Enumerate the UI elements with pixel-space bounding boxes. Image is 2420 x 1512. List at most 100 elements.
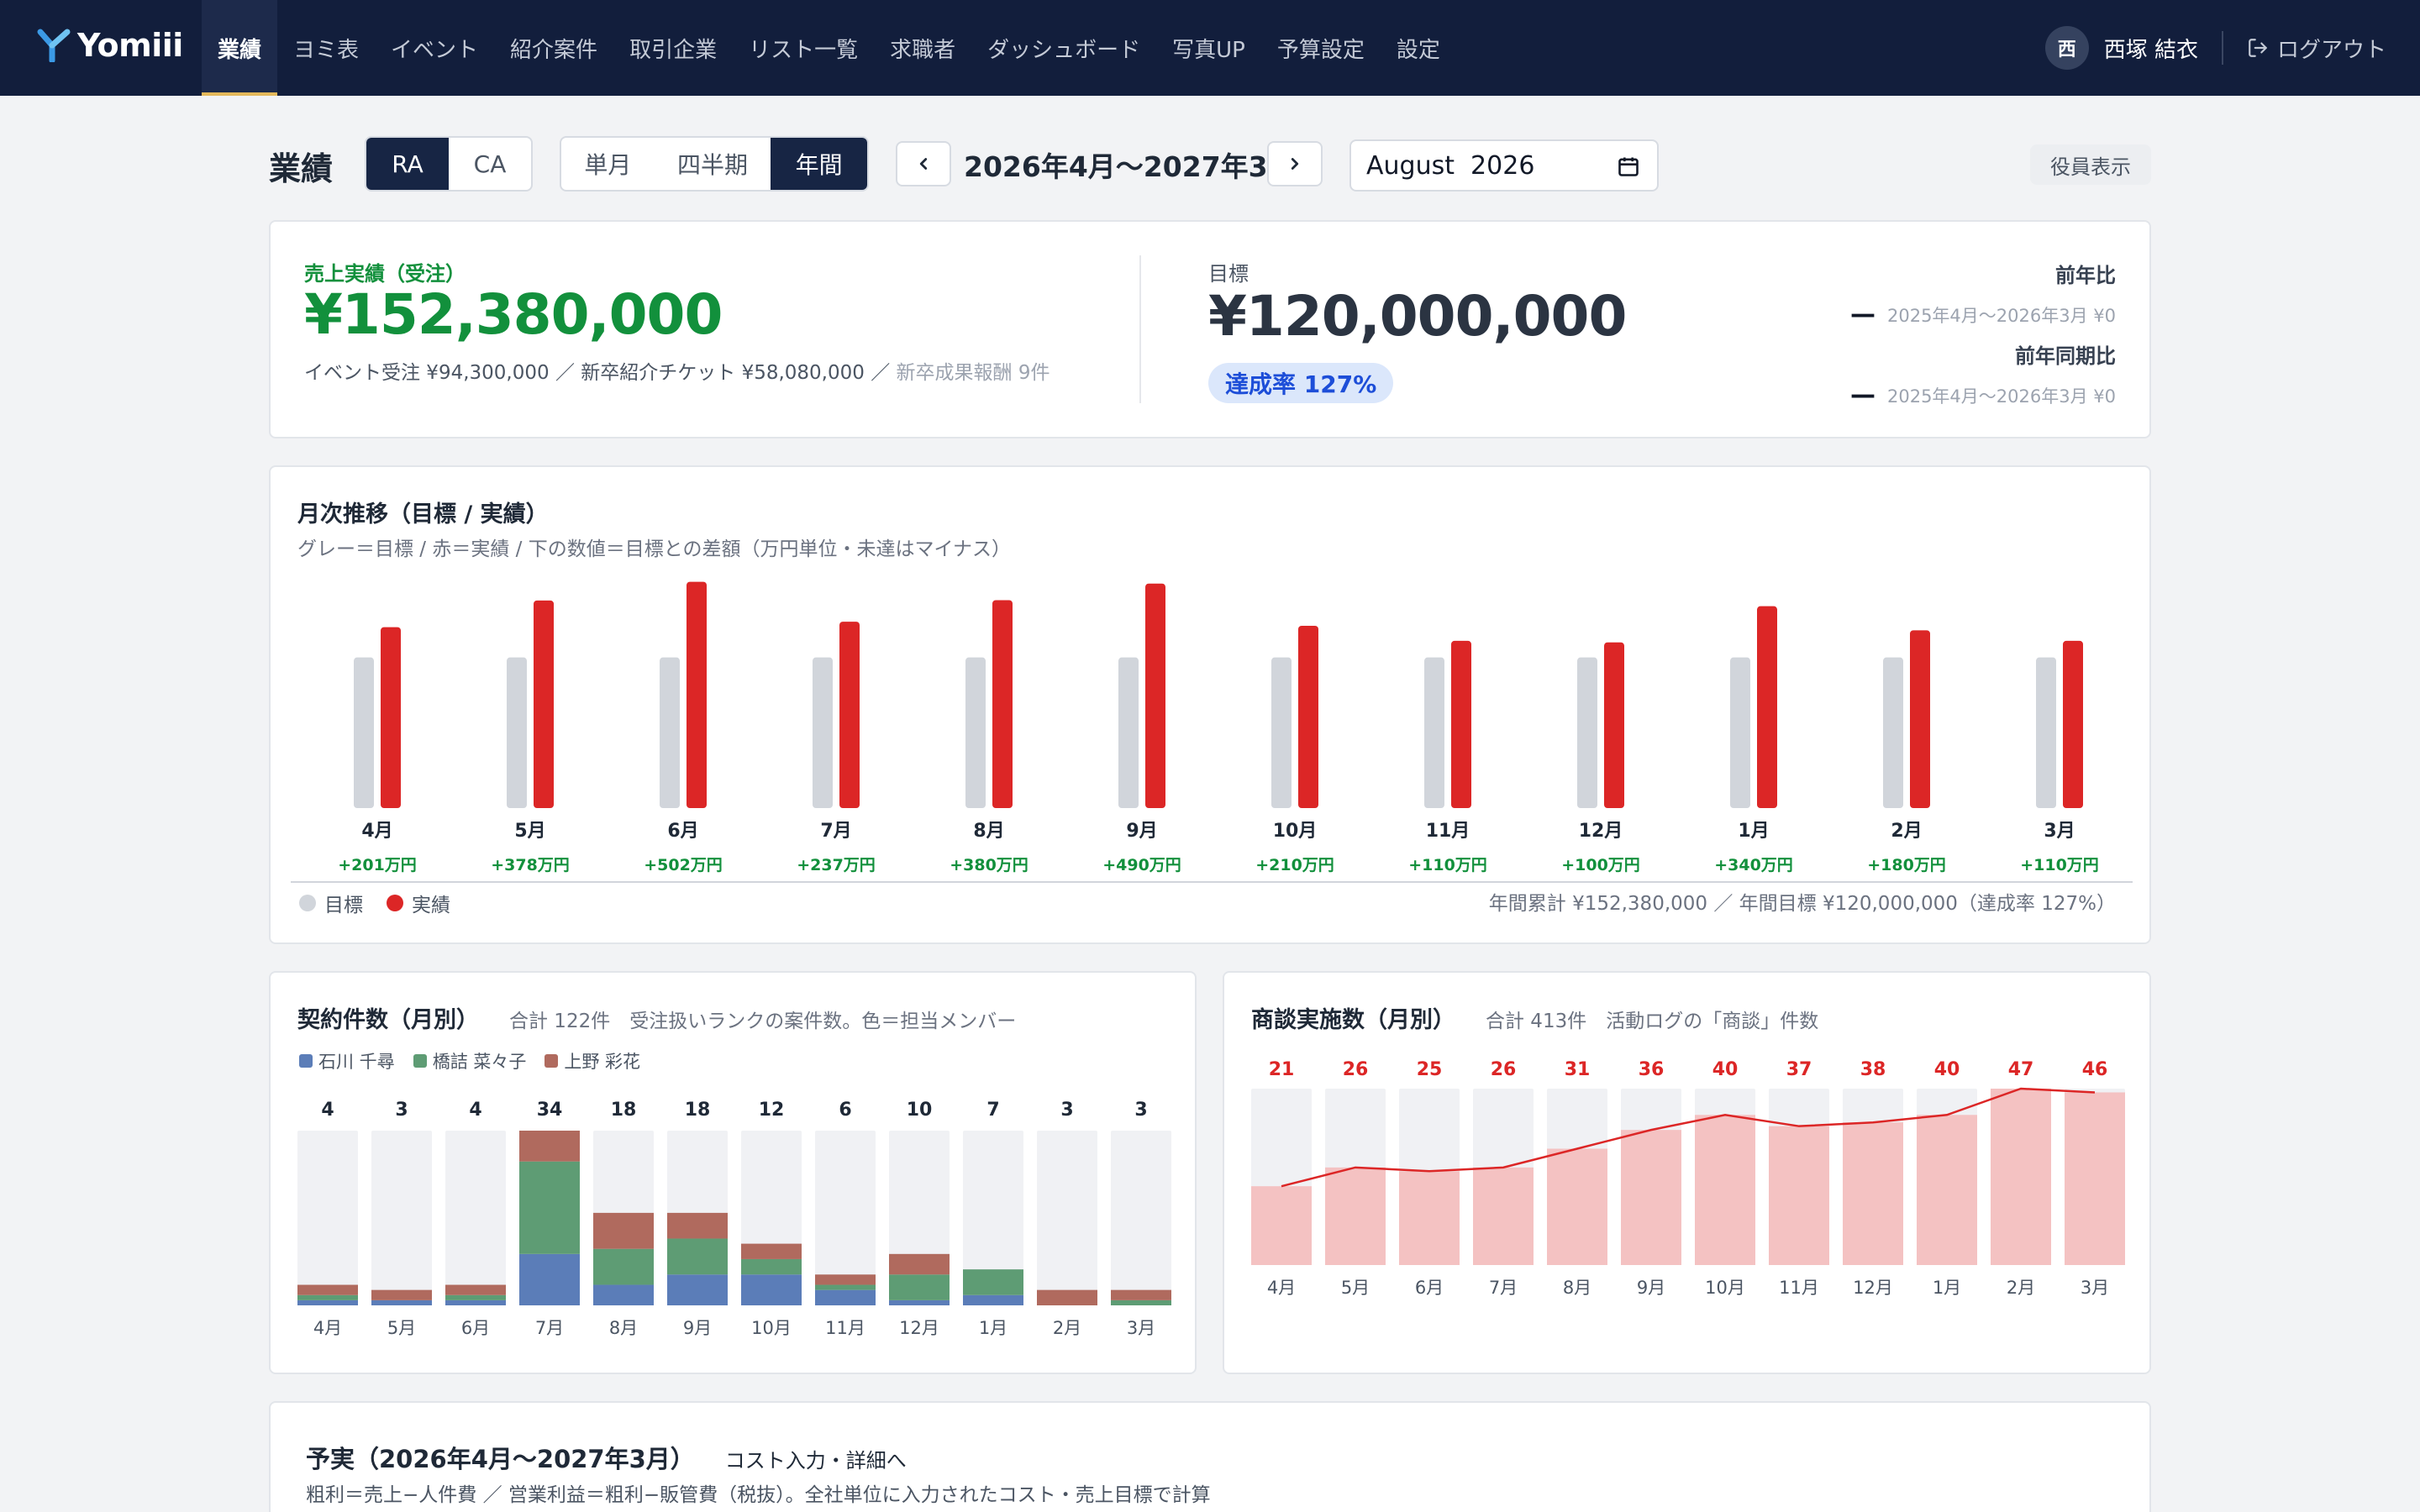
meeting-bar xyxy=(1547,1148,1607,1265)
yoy-same-period-block: 前年同期比 — 2025年4月〜2026年3月 ¥0 xyxy=(1850,339,2116,410)
x-tick-label: 10月 xyxy=(1273,821,1318,842)
executive-view-button[interactable]: 役員表示 xyxy=(2030,144,2151,185)
next-period-button[interactable] xyxy=(1267,141,1323,186)
ca-button[interactable]: CA xyxy=(449,138,531,190)
logout-icon xyxy=(2249,39,2267,57)
actual-bar xyxy=(992,600,1013,808)
x-tick-label: 5月 xyxy=(1341,1278,1370,1298)
contract-segment xyxy=(593,1284,654,1305)
budget-title: 予実（2026年4月〜2027年3月） コスト入力・詳細へ xyxy=(306,1440,907,1475)
user-name[interactable]: 西塚 結衣 xyxy=(2104,33,2198,64)
target-bar xyxy=(1577,657,1597,808)
budget-card: 予実（2026年4月〜2027年3月） コスト入力・詳細へ 粗利＝売上−人件費 ／… xyxy=(269,1401,2151,1512)
year-button[interactable]: 年間 xyxy=(771,138,867,190)
diff-label: +210万円 xyxy=(1255,856,1334,874)
contract-total-label: 4 xyxy=(321,1100,334,1121)
meeting-value-label: 36 xyxy=(1639,1059,1665,1080)
nav-item-10[interactable]: 設定 xyxy=(1381,0,1456,96)
contract-segment xyxy=(445,1294,506,1300)
prev-period-button[interactable] xyxy=(896,141,951,186)
contract-bar-bg xyxy=(1111,1131,1171,1305)
meeting-bar xyxy=(1399,1171,1460,1265)
toolbar: 業績 RA CA 単月 四半期 年間 2026年4月〜2027年3月 Augus… xyxy=(269,136,2151,192)
nav-item-9[interactable]: 予算設定 xyxy=(1261,0,1381,96)
meeting-value-label: 46 xyxy=(2082,1059,2108,1080)
target-bar xyxy=(1424,657,1444,808)
actual-bar xyxy=(2063,640,2083,808)
contract-total-label: 10 xyxy=(907,1100,933,1121)
diff-label: +180万円 xyxy=(1867,856,1946,874)
avatar[interactable]: 西 xyxy=(2044,26,2089,70)
contract-segment xyxy=(815,1274,876,1285)
nav-item-1[interactable]: ヨミ表 xyxy=(277,0,375,96)
x-tick-label: 3月 xyxy=(1127,1318,1155,1338)
meeting-value-label: 40 xyxy=(1712,1059,1739,1080)
ra-button[interactable]: RA xyxy=(366,138,449,190)
nav-item-3[interactable]: 紹介案件 xyxy=(494,0,613,96)
quarter-button[interactable]: 四半期 xyxy=(655,138,771,190)
contract-total-label: 3 xyxy=(395,1100,408,1121)
target-bar xyxy=(1730,657,1750,808)
user-area: 西 西塚 結衣 ログアウト xyxy=(2044,0,2386,96)
month-picker-input[interactable]: August 2026 xyxy=(1349,139,1659,192)
contract-total-label: 12 xyxy=(759,1100,785,1121)
contract-segment xyxy=(297,1299,358,1305)
actual-bar xyxy=(1145,583,1165,808)
main-menu: 業績 ヨミ表 イベント 紹介案件 取引企業 リスト一覧 求職者 ダッシュボード 写真UP 予算設定… xyxy=(202,0,1456,96)
contract-segment xyxy=(667,1212,728,1239)
nav-item-5[interactable]: リスト一覧 xyxy=(733,0,874,96)
nav-item-0[interactable]: 業績 xyxy=(202,0,278,96)
meeting-bar xyxy=(1621,1130,1681,1265)
single-month-button[interactable]: 単月 xyxy=(561,138,655,190)
contract-segment xyxy=(519,1131,580,1162)
nav-item-2[interactable]: イベント xyxy=(375,0,494,96)
contract-total-label: 4 xyxy=(469,1100,481,1121)
calendar-icon[interactable] xyxy=(1617,155,1640,178)
month-picker-value: August 2026 xyxy=(1366,150,1535,181)
x-tick-label: 11月 xyxy=(1779,1278,1819,1298)
meeting-value-label: 37 xyxy=(1786,1059,1812,1080)
actual-bar xyxy=(1604,642,1624,808)
x-tick-label: 1月 xyxy=(1933,1278,1961,1298)
nav-item-6[interactable]: 求職者 xyxy=(874,0,971,96)
x-tick-label: 8月 xyxy=(609,1318,638,1338)
contract-segment xyxy=(741,1243,802,1259)
x-tick-label: 6月 xyxy=(461,1318,490,1338)
contract-segment xyxy=(519,1253,580,1305)
sales-value: ¥152,380,000 xyxy=(304,282,723,347)
contracts-chart: 4 4月 3 5月 4 6月 34 7月 18 8月 18 9月 12 10月 6 11月 10 12月 7 1月 3 2… xyxy=(297,1100,1171,1338)
nav-item-7[interactable]: ダッシュボード xyxy=(971,0,1156,96)
contract-segment xyxy=(963,1269,1023,1295)
contract-segment xyxy=(815,1284,876,1290)
target-bar xyxy=(660,657,680,808)
period-type-toggle: 単月 四半期 年間 xyxy=(560,136,869,192)
actual-bar xyxy=(839,622,860,808)
nav-item-4[interactable]: 取引企業 xyxy=(613,0,733,96)
diff-label: +378万円 xyxy=(491,856,570,874)
contract-segment xyxy=(889,1274,950,1300)
app-logo[interactable]: Yomiii xyxy=(37,27,183,64)
actual-bar xyxy=(1757,606,1777,808)
legend-target: 目標 xyxy=(299,889,363,917)
actual-bar xyxy=(534,600,554,808)
logout-label: ログアウト xyxy=(2276,37,2386,63)
sales-breakdown-main: イベント受注 ¥94,300,000 ／ 新卒紹介チケット ¥58,080,00… xyxy=(304,362,891,384)
logout-button[interactable]: ログアウト xyxy=(2247,33,2386,64)
actual-bar xyxy=(687,581,707,808)
diff-label: +340万円 xyxy=(1714,856,1793,874)
meeting-bar xyxy=(2065,1092,2125,1265)
target-bar xyxy=(965,657,986,808)
contract-segment xyxy=(889,1299,950,1305)
target-bar xyxy=(507,657,527,808)
legend-target-label: 目標 xyxy=(324,895,363,916)
meeting-value-label: 25 xyxy=(1417,1059,1443,1080)
yoy-same-period-title: 前年同期比 xyxy=(2015,344,2116,368)
cost-input-link[interactable]: コスト入力・詳細へ xyxy=(725,1449,907,1473)
x-tick-label: 12月 xyxy=(1579,821,1623,842)
contract-total-label: 18 xyxy=(611,1100,637,1121)
x-tick-label: 2月 xyxy=(2007,1278,2035,1298)
nav-item-8[interactable]: 写真UP xyxy=(1156,0,1261,96)
meeting-bar xyxy=(1843,1122,1903,1265)
actual-bar xyxy=(1298,625,1318,808)
budget-title-text: 予実（2026年4月〜2027年3月） xyxy=(306,1445,695,1473)
